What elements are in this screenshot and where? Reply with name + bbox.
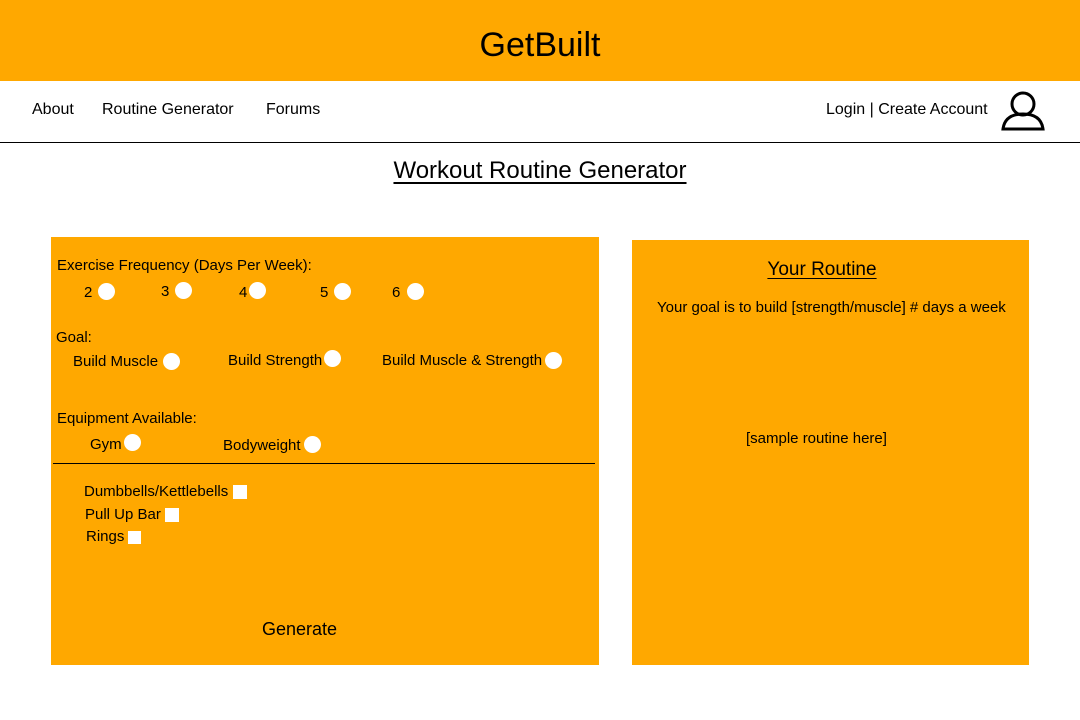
- equipment-radio-bodyweight[interactable]: [304, 436, 321, 453]
- frequency-option-6-label: 6: [392, 284, 401, 301]
- rings-checkbox[interactable]: [128, 531, 141, 544]
- pull-up-bar-label: Pull Up Bar: [85, 506, 161, 523]
- goal-build-muscle-label: Build Muscle: [73, 353, 159, 370]
- frequency-option-3-label: 3: [161, 283, 170, 300]
- frequency-radio-3[interactable]: [175, 282, 192, 299]
- goal-label: Goal:: [56, 329, 92, 346]
- goal-build-strength-label: Build Strength: [228, 352, 323, 369]
- frequency-label: Exercise Frequency (Days Per Week):: [57, 257, 312, 274]
- routine-sample: [sample routine here]: [746, 430, 887, 447]
- rings-label: Rings: [86, 528, 125, 545]
- equipment-divider: [53, 463, 595, 464]
- nav-forums[interactable]: Forums: [266, 101, 320, 119]
- frequency-option-2-label: 2: [84, 284, 93, 301]
- nav-routine-generator[interactable]: Routine Generator: [102, 101, 234, 119]
- frequency-radio-6[interactable]: [407, 283, 424, 300]
- goal-radio-build-strength[interactable]: [324, 350, 341, 367]
- page-title: Workout Routine Generator: [0, 157, 1080, 185]
- dumbbells-label: Dumbbells/Kettlebells: [84, 483, 229, 500]
- user-account-icon[interactable]: [1000, 90, 1046, 132]
- generator-form-panel: Exercise Frequency (Days Per Week): 2 3 …: [51, 237, 599, 665]
- generate-button[interactable]: Generate: [262, 619, 337, 640]
- frequency-radio-4[interactable]: [249, 282, 266, 299]
- frequency-radio-5[interactable]: [334, 283, 351, 300]
- equipment-bodyweight-label: Bodyweight: [223, 437, 301, 454]
- routine-panel: Your Routine Your goal is to build [stre…: [632, 240, 1029, 665]
- dumbbells-checkbox[interactable]: [233, 485, 247, 499]
- frequency-option-5-label: 5: [320, 284, 329, 301]
- site-title: GetBuilt: [479, 26, 601, 64]
- equipment-gym-label: Gym: [90, 436, 122, 453]
- routine-goal-text: Your goal is to build [strength/muscle] …: [657, 299, 1006, 316]
- goal-radio-build-muscle[interactable]: [163, 353, 180, 370]
- routine-title: Your Routine: [632, 259, 1012, 281]
- page-title-text: Workout Routine Generator: [393, 157, 687, 184]
- pull-up-bar-checkbox[interactable]: [165, 508, 179, 522]
- frequency-option-4-label: 4: [239, 284, 248, 301]
- nav-divider: [0, 142, 1080, 143]
- nav-about[interactable]: About: [32, 101, 74, 119]
- routine-title-text: Your Routine: [767, 259, 877, 280]
- frequency-radio-2[interactable]: [98, 283, 115, 300]
- goal-radio-build-both[interactable]: [545, 352, 562, 369]
- goal-build-both-label: Build Muscle & Strength: [382, 352, 543, 369]
- equipment-radio-gym[interactable]: [124, 434, 141, 451]
- equipment-label: Equipment Available:: [57, 410, 197, 427]
- login-create-account-link[interactable]: Login | Create Account: [826, 101, 988, 119]
